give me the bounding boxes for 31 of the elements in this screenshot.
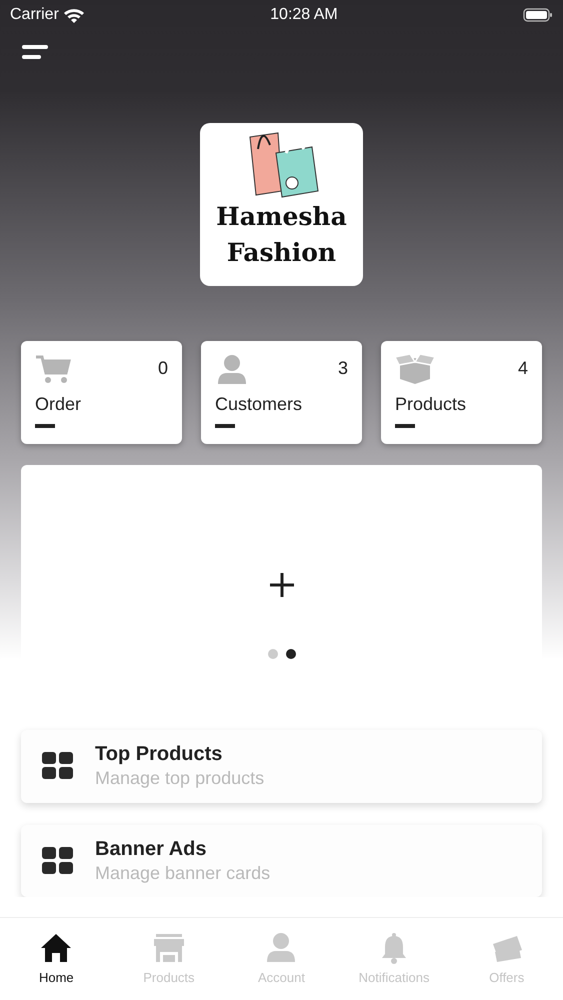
stat-card[interactable]: 0 Order [21, 341, 182, 444]
stat-count: 3 [338, 357, 348, 380]
home-icon [40, 932, 72, 964]
grid-icon [41, 846, 75, 876]
menu-title: Banner Ads [95, 836, 208, 861]
store-icon [152, 932, 185, 964]
stat-card[interactable]: 4 Products [381, 341, 542, 444]
tab[interactable]: Home [0, 918, 113, 1000]
stat-count: 0 [158, 357, 168, 380]
wifi-icon [62, 7, 85, 23]
carousel-dot[interactable] [286, 649, 296, 659]
add-button[interactable] [268, 571, 296, 599]
menu-title: Top Products [95, 742, 224, 766]
stat-label: Products [395, 393, 466, 416]
box-icon [395, 353, 435, 385]
person-icon [265, 932, 298, 964]
grid-icon [41, 751, 75, 782]
menu-card[interactable]: Banner Ads Manage banner cards [21, 824, 542, 897]
stat-label: Order [35, 393, 82, 416]
logo-text: Hamesha Fashion [216, 201, 347, 269]
carrier-text: Carrier [10, 5, 59, 25]
stat-count: 4 [518, 357, 528, 380]
stat-card[interactable]: 3 Customers [201, 341, 362, 444]
plus-icon [268, 571, 296, 599]
carousel-dot[interactable] [268, 649, 278, 659]
menu-subtitle: Manage top products [95, 767, 264, 790]
menu-card[interactable]: Top Products Manage top products [21, 730, 542, 802]
battery-icon [523, 8, 553, 22]
time-text: 10:28 AM [270, 5, 338, 25]
stat-label: Customers [215, 393, 302, 416]
menu-subtitle: Manage banner cards [95, 862, 270, 885]
